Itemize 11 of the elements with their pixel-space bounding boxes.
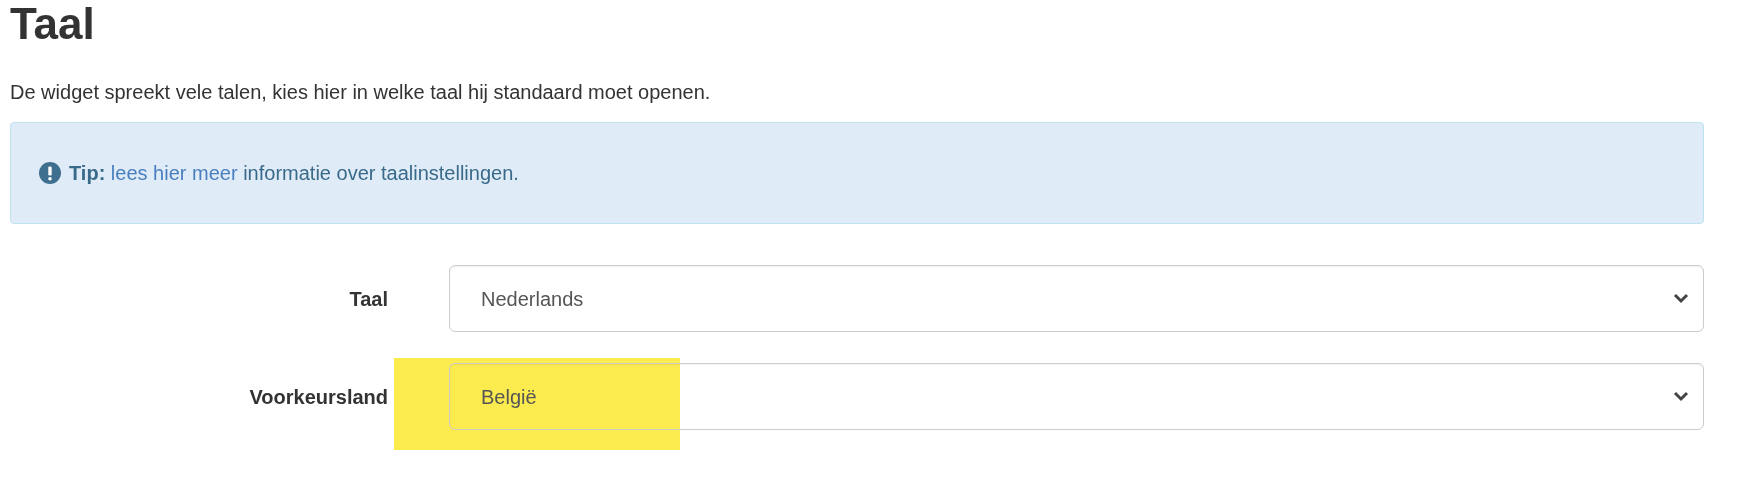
page-heading: Taal <box>10 0 95 48</box>
exclamation-icon <box>39 162 61 184</box>
info-link[interactable]: lees hier meer <box>110 162 238 184</box>
field-label: Voorkeursland <box>249 384 388 410</box>
tip-text: Tip: lees hier meer informatie over taalinstellingen. <box>69 161 519 186</box>
chevron-down-icon <box>1673 391 1689 402</box>
dropdown-field[interactable]: België <box>449 363 1704 430</box>
chevron-down-icon <box>1673 293 1689 304</box>
description-text: De widget spreekt vele talen, kies hier in welke taal hij standaard moet openen. <box>10 80 711 105</box>
dropdown-field[interactable]: Nederlands <box>449 265 1704 332</box>
field-label: Taal <box>349 286 388 312</box>
